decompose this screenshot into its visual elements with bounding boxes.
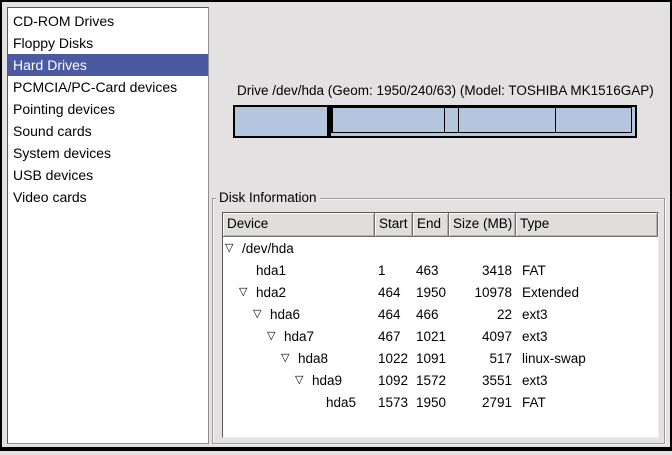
type-cell: ext3 (516, 373, 658, 388)
tree-indent (224, 380, 294, 381)
start-cell: 464 (375, 307, 413, 322)
table-row-hda8[interactable]: ▽hda810221091517linux-swap (223, 347, 658, 369)
tree-indent (224, 336, 266, 337)
device-cell: hda5 (223, 395, 375, 410)
device-label: hda8 (298, 351, 328, 366)
expander-open-icon[interactable]: ▽ (280, 353, 298, 364)
type-cell: FAT (516, 263, 658, 278)
table-row-hda5[interactable]: hda5 157319502791FAT (223, 391, 658, 413)
type-cell: ext3 (516, 329, 658, 344)
expander-open-icon[interactable]: ▽ (294, 375, 312, 386)
device-cell: ▽hda6 (223, 307, 375, 322)
partition-segment-hda1[interactable] (233, 105, 329, 138)
end-cell: 466 (413, 307, 449, 322)
type-cell: ext3 (516, 307, 658, 322)
column-header-size[interactable]: Size (MB) (449, 213, 516, 237)
sidebar-item-cd-rom-drives[interactable]: CD-ROM Drives (8, 10, 208, 32)
tree-indent (224, 402, 308, 403)
type-cell: FAT (516, 395, 658, 410)
hardware-category-list: CD-ROM DrivesFloppy DisksHard DrivesPCMC… (7, 7, 209, 444)
device-cell: ▽hda7 (223, 329, 375, 344)
start-cell: 467 (375, 329, 413, 344)
column-header-device[interactable]: Device (223, 213, 375, 237)
device-cell: ▽hda9 (223, 373, 375, 388)
column-header-end[interactable]: End (413, 213, 449, 237)
table-row-hda7[interactable]: ▽hda746710214097ext3 (223, 325, 658, 347)
end-cell: 1950 (413, 395, 449, 410)
device-label: hda6 (270, 307, 300, 322)
column-header-type[interactable]: Type (516, 213, 658, 237)
column-header-start[interactable]: Start (375, 213, 413, 237)
device-label: /dev/hda (242, 241, 294, 256)
expander-open-icon[interactable]: ▽ (224, 243, 242, 254)
partition-table-body: ▽/dev/hdahda114633418FAT▽hda246419501097… (223, 237, 658, 413)
tree-indent (224, 314, 252, 315)
partition-table-header: Device Start End Size (MB) Type (223, 213, 658, 237)
table-row-hda9[interactable]: ▽hda9109215723551ext3 (223, 369, 658, 391)
expander-open-icon[interactable]: ▽ (252, 309, 270, 320)
start-cell: 464 (375, 285, 413, 300)
table-row-hda2[interactable]: ▽hda2464195010978Extended (223, 281, 658, 303)
size-cell: 10978 (449, 285, 516, 300)
size-cell: 3551 (449, 373, 516, 388)
start-cell: 1573 (375, 395, 413, 410)
size-cell: 22 (449, 307, 516, 322)
table-row-dev-hda[interactable]: ▽/dev/hda (223, 237, 658, 259)
disk-information-frame-label: Disk Information (216, 190, 320, 206)
disk-information-frame: Disk Information Device Start End Size (… (212, 198, 665, 444)
start-cell: 1022 (375, 351, 413, 366)
device-cell: hda1 (223, 263, 375, 278)
sidebar-item-usb-devices[interactable]: USB devices (8, 164, 208, 186)
end-cell: 1091 (413, 351, 449, 366)
tree-indent (224, 270, 238, 271)
logical-partitions-row (331, 107, 635, 133)
start-cell: 1092 (375, 373, 413, 388)
partition-table: Device Start End Size (MB) Type ▽/dev/hd… (222, 212, 659, 438)
size-cell: 517 (449, 351, 516, 366)
partition-segment-hda2[interactable] (329, 105, 637, 138)
table-row-hda1[interactable]: hda1 14633418FAT (223, 259, 658, 281)
sidebar-item-sound-cards[interactable]: Sound cards (8, 120, 208, 142)
device-label: hda1 (256, 263, 286, 278)
sidebar-item-pcmcia-pc-card-devices[interactable]: PCMCIA/PC-Card devices (8, 76, 208, 98)
sidebar-item-pointing-devices[interactable]: Pointing devices (8, 98, 208, 120)
sidebar-item-floppy-disks[interactable]: Floppy Disks (8, 32, 208, 54)
tree-indent (224, 358, 280, 359)
tree-indent (224, 292, 238, 293)
end-cell: 1021 (413, 329, 449, 344)
device-cell: ▽hda2 (223, 285, 375, 300)
expander-open-icon[interactable]: ▽ (266, 331, 284, 342)
sidebar-item-hard-drives[interactable]: Hard Drives (8, 54, 208, 76)
size-cell: 3418 (449, 263, 516, 278)
drive-description-label: Drive /dev/hda (Geom: 1950/240/63) (Mode… (237, 83, 654, 98)
partition-segment-hda8[interactable] (444, 107, 458, 133)
device-label: hda7 (284, 329, 314, 344)
type-cell: Extended (516, 285, 658, 300)
partition-segment-hda7[interactable] (332, 107, 445, 133)
end-cell: 1572 (413, 373, 449, 388)
device-cell: ▽hda8 (223, 351, 375, 366)
partition-segment-hda9[interactable] (458, 107, 556, 133)
device-label: hda9 (312, 373, 342, 388)
size-cell: 2791 (449, 395, 516, 410)
sidebar-item-system-devices[interactable]: System devices (8, 142, 208, 164)
device-label: hda2 (256, 285, 286, 300)
size-cell: 4097 (449, 329, 516, 344)
partition-segment-hda5[interactable] (555, 107, 632, 133)
device-cell: ▽/dev/hda (223, 241, 375, 256)
expander-open-icon[interactable]: ▽ (238, 287, 256, 298)
end-cell: 463 (413, 263, 449, 278)
end-cell: 1950 (413, 285, 449, 300)
table-row-hda6[interactable]: ▽hda646446622ext3 (223, 303, 658, 325)
start-cell: 1 (375, 263, 413, 278)
type-cell: linux-swap (516, 351, 658, 366)
device-label: hda5 (326, 395, 356, 410)
sidebar-item-video-cards[interactable]: Video cards (8, 186, 208, 208)
partition-bar (233, 105, 637, 138)
